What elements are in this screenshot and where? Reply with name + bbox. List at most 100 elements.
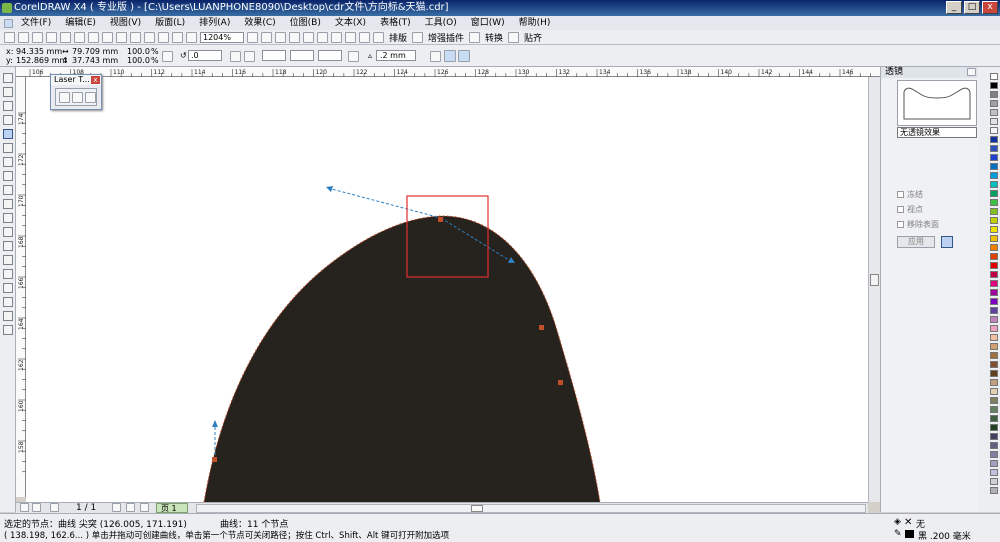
zoom-height-icon[interactable] — [331, 31, 342, 43]
bezier-tool-icon[interactable] — [3, 129, 13, 139]
menu-edit[interactable]: 编辑(E) — [59, 16, 102, 30]
color-swatch[interactable] — [990, 271, 998, 278]
apply-button[interactable]: 应用 — [897, 236, 935, 248]
laser-panel-close-button[interactable]: x — [91, 76, 100, 84]
zoom-selected-icon[interactable] — [275, 31, 286, 43]
drawing-svg[interactable] — [26, 77, 868, 502]
drawing-canvas[interactable] — [26, 77, 868, 502]
menu-layout[interactable]: 版面(L) — [149, 16, 191, 30]
application-launcher-icon[interactable] — [172, 31, 183, 43]
laser-cut-icon[interactable] — [59, 92, 70, 103]
table-tool-icon[interactable] — [3, 227, 13, 237]
color-swatch[interactable] — [990, 370, 998, 377]
color-swatch[interactable] — [990, 172, 998, 179]
outline-width-select[interactable]: .2 mm — [380, 51, 406, 60]
color-swatch[interactable] — [990, 163, 998, 170]
color-swatch[interactable] — [990, 262, 998, 269]
pan-icon[interactable] — [345, 31, 356, 43]
color-swatch[interactable] — [990, 154, 998, 161]
connector-tool-icon[interactable] — [3, 255, 13, 265]
color-swatch[interactable] — [990, 460, 998, 467]
start-arrow-select[interactable] — [262, 50, 286, 61]
curve-node[interactable] — [212, 457, 217, 462]
snap-button[interactable]: 贴齐 — [522, 31, 544, 44]
snap-icon[interactable] — [508, 31, 520, 43]
menu-window[interactable]: 窗口(W) — [465, 16, 511, 30]
color-swatch[interactable] — [990, 424, 998, 431]
laser-engrave-icon[interactable] — [72, 92, 83, 103]
color-swatch[interactable] — [990, 73, 998, 80]
zoom-tool-icon[interactable] — [3, 115, 13, 125]
shape-tool-icon[interactable] — [3, 87, 13, 97]
menu-file[interactable]: 文件(F) — [15, 16, 57, 30]
color-swatch[interactable] — [990, 298, 998, 305]
freeze-checkbox[interactable]: 冻结 — [897, 189, 923, 200]
color-swatch[interactable] — [990, 316, 998, 323]
remove-face-checkbox[interactable]: 移除表面 — [897, 219, 939, 230]
color-swatch[interactable] — [990, 82, 998, 89]
color-swatch[interactable] — [990, 478, 998, 485]
smart-fill-tool-icon[interactable] — [3, 143, 13, 153]
page-tab[interactable]: 页 1 — [156, 503, 188, 513]
color-swatch[interactable] — [990, 406, 998, 413]
control-handle-arrow-3[interactable] — [212, 420, 218, 427]
redo-icon[interactable] — [116, 31, 127, 43]
color-swatch[interactable] — [990, 109, 998, 116]
zoom-width-icon[interactable] — [317, 31, 328, 43]
color-swatch[interactable] — [990, 235, 998, 242]
color-swatch[interactable] — [990, 136, 998, 143]
color-swatch[interactable] — [990, 91, 998, 98]
lock-ratio-icon[interactable] — [162, 51, 173, 62]
color-swatch[interactable] — [990, 442, 998, 449]
menu-view[interactable]: 视图(V) — [104, 16, 147, 30]
color-swatch[interactable] — [990, 118, 998, 125]
color-swatch[interactable] — [990, 145, 998, 152]
color-swatch[interactable] — [990, 244, 998, 251]
add-page-after-icon[interactable] — [140, 503, 149, 512]
color-swatch[interactable] — [990, 226, 998, 233]
import-icon[interactable] — [144, 31, 155, 43]
color-swatch[interactable] — [990, 469, 998, 476]
selected-node[interactable] — [438, 217, 443, 222]
laser-panel-body[interactable] — [55, 88, 97, 106]
outline-tool-icon[interactable] — [3, 297, 13, 307]
rectangle-tool-icon[interactable] — [3, 157, 13, 167]
control-handle-line[interactable] — [327, 187, 442, 219]
menu-bitmaps[interactable]: 位图(B) — [284, 16, 327, 30]
color-swatch[interactable] — [990, 334, 998, 341]
x-position-field[interactable]: 94.335 mm — [16, 47, 62, 56]
last-page-icon[interactable] — [126, 503, 135, 512]
curve-node[interactable] — [539, 325, 544, 330]
color-swatch[interactable] — [990, 127, 998, 134]
search-icon[interactable] — [130, 31, 141, 43]
close-button[interactable]: x — [982, 1, 998, 14]
auto-close-icon[interactable] — [430, 51, 441, 62]
menu-help[interactable]: 帮助(H) — [513, 16, 557, 30]
pick-tool-icon[interactable] — [3, 73, 13, 83]
rotation-field[interactable]: .0 — [191, 51, 199, 60]
color-swatch[interactable] — [990, 307, 998, 314]
color-swatch[interactable] — [990, 199, 998, 206]
minimize-button[interactable]: _ — [946, 1, 962, 14]
basic-shapes-tool-icon[interactable] — [3, 199, 13, 209]
first-page-icon[interactable] — [20, 503, 29, 512]
corel-online-icon[interactable] — [186, 31, 197, 43]
scale-x-field[interactable]: 100.0 — [127, 47, 150, 56]
color-swatch[interactable] — [990, 325, 998, 332]
open-icon[interactable] — [18, 31, 29, 43]
end-arrow-select[interactable] — [318, 50, 342, 61]
color-swatch[interactable] — [990, 208, 998, 215]
laser-send-icon[interactable] — [85, 92, 96, 103]
convert-icon[interactable] — [469, 31, 481, 43]
layout-icon[interactable] — [373, 31, 384, 43]
scale-y-field[interactable]: 100.0 — [127, 56, 150, 65]
color-swatch[interactable] — [990, 379, 998, 386]
plugin-icon[interactable] — [412, 31, 424, 43]
bezier-mode-icon[interactable] — [444, 50, 456, 62]
fill-tool-icon[interactable] — [3, 311, 13, 321]
zoom-out-icon[interactable] — [261, 31, 272, 43]
plugin-button[interactable]: 增强插件 — [426, 31, 466, 44]
full-screen-icon[interactable] — [359, 31, 370, 43]
layout-button[interactable]: 排版 — [387, 31, 409, 44]
close-curve-icon[interactable] — [348, 51, 359, 62]
